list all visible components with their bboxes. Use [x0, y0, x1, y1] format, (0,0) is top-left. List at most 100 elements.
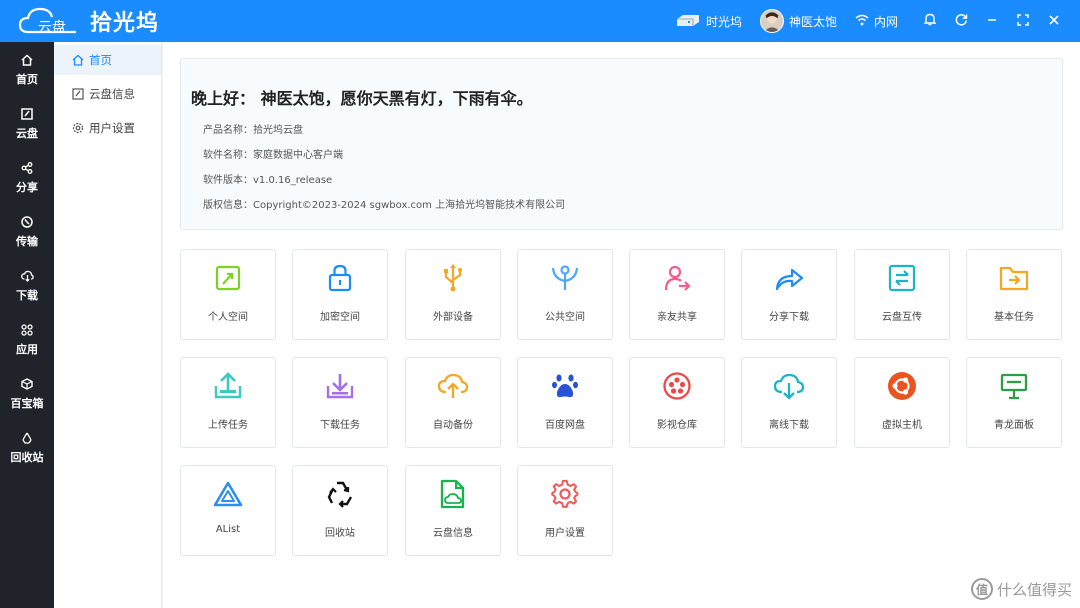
gear-icon	[72, 122, 86, 134]
subnav-label: 云盘信息	[89, 87, 135, 101]
tile-upload-tasks[interactable]: 上传任务	[180, 357, 276, 448]
tile-user-settings[interactable]: 用户设置	[517, 465, 613, 556]
maximize-button[interactable]	[1009, 0, 1037, 42]
subnav-item-disk-info[interactable]: 云盘信息	[54, 79, 161, 109]
tile-label: 上传任务	[208, 420, 248, 431]
watermark-logo: 值	[970, 578, 993, 600]
nav-label: 云盘	[16, 126, 38, 140]
download-icon	[20, 268, 34, 284]
tile-label: 云盘互传	[882, 312, 922, 323]
watermark: 值 什么值得买	[970, 578, 1072, 600]
transfer-icon	[21, 214, 33, 230]
share-icon	[21, 160, 33, 176]
tile-label: 基本任务	[994, 312, 1034, 323]
tile-label: 下载任务	[320, 420, 360, 431]
minimize-button[interactable]	[978, 0, 1006, 42]
user-menu[interactable]: 神医太饱	[759, 9, 837, 33]
welcome-panel: 晚上好： 神医太饱，愿你天黑有灯，下雨有伞。 产品名称：拾光坞云盘 软件名称：家…	[180, 58, 1063, 230]
device-icon	[675, 13, 701, 30]
avatar	[759, 9, 784, 33]
tile-download-tasks[interactable]: 下载任务	[292, 357, 388, 448]
alist-icon	[181, 479, 275, 509]
recycle-icon	[293, 479, 387, 509]
subnav-item-home[interactable]: 首页	[54, 45, 161, 75]
tile-share-download[interactable]: 分享下载	[741, 249, 837, 340]
nav-item-download[interactable]: 下载	[0, 258, 54, 312]
baidu-paw-icon	[518, 371, 612, 401]
tile-family-share[interactable]: 亲友共享	[629, 249, 725, 340]
greeting-text: 晚上好： 神医太饱，愿你天黑有灯，下雨有伞。	[191, 89, 533, 108]
tile-label: 云盘信息	[433, 528, 473, 539]
cloud-backup-icon	[406, 371, 500, 401]
tile-label: 个人空间	[208, 312, 248, 323]
tile-label: 用户设置	[545, 528, 585, 539]
tile-label: 虚拟主机	[882, 420, 922, 431]
tile-disk-info[interactable]: 云盘信息	[405, 465, 501, 556]
ubuntu-icon	[855, 371, 949, 401]
logo-cloud-text: 云盘	[38, 20, 66, 36]
tile-label: 回收站	[325, 528, 355, 539]
tile-external-devices[interactable]: 外部设备	[405, 249, 501, 340]
tile-label: 外部设备	[433, 312, 473, 323]
nav-item-home[interactable]: 首页	[0, 42, 54, 96]
tile-virtual-host[interactable]: 虚拟主机	[854, 357, 950, 448]
tile-film-warehouse[interactable]: 影视仓库	[629, 357, 725, 448]
nav-item-toolbox[interactable]: 百宝箱	[0, 366, 54, 420]
home-icon	[72, 54, 86, 66]
nav-label: 应用	[16, 342, 38, 356]
nav-label: 首页	[16, 72, 38, 86]
nav-item-share[interactable]: 分享	[0, 150, 54, 204]
user-name: 神医太饱	[788, 14, 837, 29]
copyright-text: 版权信息：Copyright©2023-2024 sgwbox.com 上海拾光…	[203, 200, 566, 211]
tile-label: 亲友共享	[657, 312, 697, 323]
subnav-label: 用户设置	[89, 121, 135, 135]
nav-item-transfer[interactable]: 传输	[0, 204, 54, 258]
cloud-download-icon	[742, 371, 836, 401]
toolbox-icon	[21, 376, 33, 392]
main-content: 晚上好： 神医太饱，愿你天黑有灯，下雨有伞。 产品名称：拾光坞云盘 软件名称：家…	[163, 42, 1080, 608]
bell-icon	[923, 13, 937, 29]
network-status[interactable]: 内网	[855, 13, 898, 30]
home-icon	[21, 52, 33, 68]
notification-button[interactable]	[916, 0, 944, 42]
folder-task-icon	[967, 263, 1061, 293]
maximize-icon	[1017, 13, 1029, 29]
tile-label: 公共空间	[545, 312, 585, 323]
nav-item-cloud[interactable]: 云盘	[0, 96, 54, 150]
personal-space-icon	[181, 263, 275, 293]
disk-info-icon	[72, 88, 86, 100]
secondary-nav: 首页 云盘信息 用户设置	[54, 42, 162, 608]
close-button[interactable]	[1040, 0, 1068, 42]
usb-icon	[406, 263, 500, 293]
nav-label: 下载	[16, 288, 38, 302]
tile-alist[interactable]: AList	[180, 465, 276, 556]
tile-cloud-transfer[interactable]: 云盘互传	[854, 249, 950, 340]
film-reel-icon	[630, 371, 724, 401]
tile-label: 青龙面板	[994, 420, 1034, 431]
tile-basic-tasks[interactable]: 基本任务	[966, 249, 1062, 340]
download-task-icon	[293, 371, 387, 401]
nav-item-recycle[interactable]: 回收站	[0, 420, 54, 474]
nav-item-apps[interactable]: 应用	[0, 312, 54, 366]
refresh-button[interactable]	[947, 0, 975, 42]
cloud-transfer-icon	[855, 263, 949, 293]
tile-label: 自动备份	[433, 420, 473, 431]
tile-label: 百度网盘	[545, 420, 585, 431]
tile-public-space[interactable]: 公共空间	[517, 249, 613, 340]
watermark-text: 什么值得买	[996, 580, 1072, 599]
subnav-item-user-settings[interactable]: 用户设置	[54, 113, 161, 143]
cloud-logo-icon: 云盘	[18, 6, 80, 36]
gear-icon	[518, 479, 612, 509]
tile-encrypted-space[interactable]: 加密空间	[292, 249, 388, 340]
tile-recycle-bin[interactable]: 回收站	[292, 465, 388, 556]
tile-offline-download[interactable]: 离线下载	[741, 357, 837, 448]
tile-baidu-netdisk[interactable]: 百度网盘	[517, 357, 613, 448]
tile-auto-backup[interactable]: 自动备份	[405, 357, 501, 448]
tile-label: AList	[215, 524, 241, 535]
product-name: 产品名称：拾光坞云盘	[203, 125, 303, 136]
tile-qinglong-panel[interactable]: 青龙面板	[966, 357, 1062, 448]
primary-nav: 首页 云盘 分享 传输 下载 应用 百宝箱 回收站	[0, 42, 54, 608]
tile-personal-space[interactable]: 个人空间	[180, 249, 276, 340]
device-selector[interactable]: 时光坞	[675, 13, 742, 30]
tile-label: 影视仓库	[657, 420, 697, 431]
